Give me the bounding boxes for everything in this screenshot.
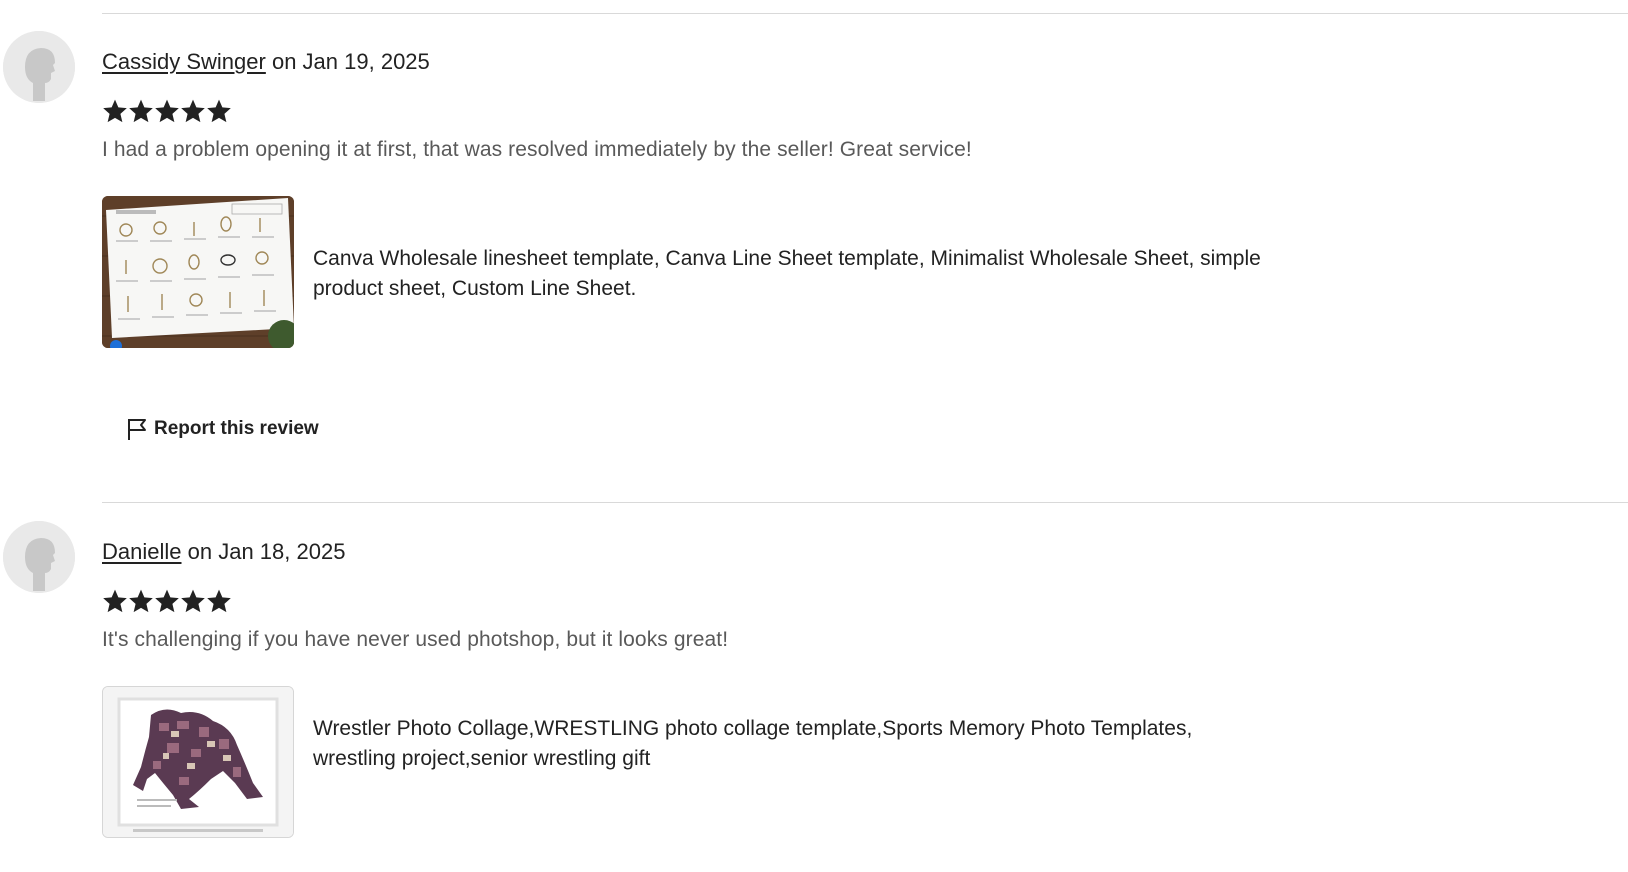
- star-icon: [102, 587, 128, 615]
- listing-title-link[interactable]: Wrestler Photo Collage,WRESTLING photo c…: [313, 714, 1273, 774]
- reviewer-name-link[interactable]: Cassidy Swinger: [102, 49, 266, 74]
- avatar[interactable]: [3, 31, 75, 103]
- star-icon: [102, 97, 128, 125]
- review-text: I had a problem opening it at first, tha…: [102, 138, 972, 161]
- listing-thumbnail[interactable]: [102, 196, 294, 348]
- review-divider: [102, 13, 1628, 14]
- wrestler-collage-preview-image: [103, 687, 293, 837]
- listing-thumbnail[interactable]: [102, 686, 294, 838]
- report-review-label: Report this review: [154, 418, 319, 439]
- star-icon: [154, 97, 180, 125]
- star-icon: [128, 587, 154, 615]
- report-review-button[interactable]: Report this review: [126, 413, 319, 445]
- review-date: on Jan 18, 2025: [187, 539, 346, 564]
- star-rating: [102, 97, 232, 125]
- review-byline: Cassidy Swinger on Jan 19, 2025: [102, 48, 430, 76]
- review-date: on Jan 19, 2025: [271, 49, 430, 74]
- linesheet-preview-image: [102, 196, 294, 348]
- star-icon: [180, 97, 206, 125]
- default-avatar-icon: [3, 521, 75, 593]
- avatar[interactable]: [3, 521, 75, 593]
- default-avatar-icon: [3, 31, 75, 103]
- flag-icon: [126, 417, 148, 441]
- star-icon: [154, 587, 180, 615]
- star-rating: [102, 587, 232, 615]
- star-icon: [180, 587, 206, 615]
- star-icon: [128, 97, 154, 125]
- review-text: It's challenging if you have never used …: [102, 628, 729, 651]
- reviewer-name-link[interactable]: Danielle: [102, 539, 182, 564]
- review-divider: [102, 502, 1628, 503]
- review-byline: Danielle on Jan 18, 2025: [102, 538, 345, 566]
- listing-title-link[interactable]: Canva Wholesale linesheet template, Canv…: [313, 244, 1273, 304]
- star-icon: [206, 97, 232, 125]
- star-icon: [206, 587, 232, 615]
